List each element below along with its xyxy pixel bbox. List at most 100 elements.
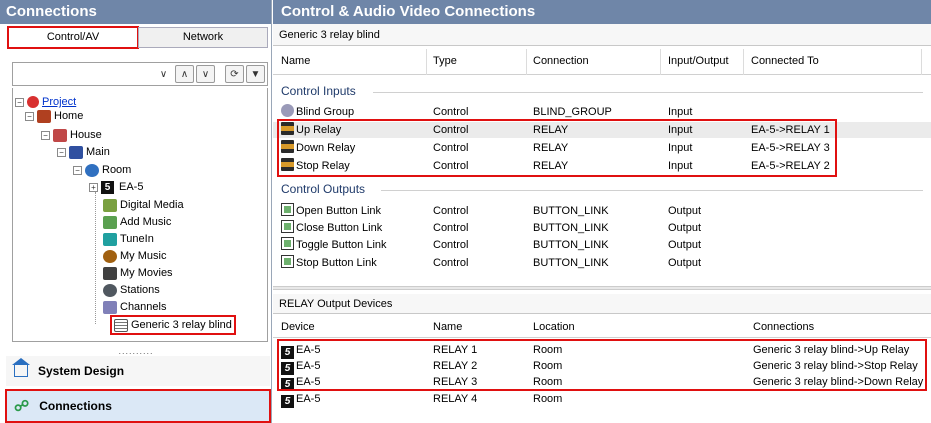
- control-outputs-group-label: Control Outputs: [281, 182, 366, 196]
- row-connection: BUTTON_LINK: [533, 205, 609, 217]
- tunein-icon: [103, 232, 117, 246]
- project-tree: − Project − Home − House − Main − Room +…: [12, 88, 268, 342]
- row-type: Control: [433, 205, 469, 217]
- tab-network[interactable]: Network: [138, 27, 268, 48]
- tree-node-room[interactable]: − Room: [73, 162, 131, 178]
- system-design-label: System Design: [38, 364, 125, 378]
- connections-table-header: Name Type Connection Input/Output Connec…: [273, 47, 931, 75]
- digital-media-icon: [103, 198, 117, 212]
- connections-panel-title: Connections: [0, 0, 271, 24]
- column-header-connection[interactable]: Connection: [533, 47, 589, 75]
- move-down-button[interactable]: ∨: [196, 65, 215, 83]
- project-icon: [27, 96, 39, 108]
- device-name-bar: Generic 3 relay blind: [273, 24, 931, 46]
- row-name: Close Button Link: [296, 222, 383, 234]
- floor-icon: [69, 145, 83, 159]
- row-connection: BUTTON_LINK: [533, 257, 609, 269]
- row-relay-name: RELAY 4: [433, 393, 478, 405]
- ea5-device-icon: 5: [281, 395, 294, 408]
- tree-node-house[interactable]: − House: [41, 127, 102, 143]
- button-link-icon: [281, 237, 294, 250]
- row-type: Control: [433, 106, 469, 118]
- tree-node-tunein[interactable]: TuneIn: [103, 231, 154, 247]
- tree-label-house: House: [70, 129, 102, 141]
- tree-node-digital-media[interactable]: Digital Media: [103, 197, 184, 213]
- button-link-icon: [281, 203, 294, 216]
- tree-node-generic-3-relay-blind[interactable]: Generic 3 relay blind: [110, 315, 236, 335]
- table-row[interactable]: Blind Group Control BLIND_GROUP Input: [273, 104, 931, 120]
- connections-icon: ☍: [14, 398, 30, 415]
- tree-label-generic-3-relay-blind: Generic 3 relay blind: [131, 319, 232, 331]
- tree-node-my-music[interactable]: My Music: [103, 248, 166, 264]
- tree-node-channels[interactable]: Channels: [103, 299, 166, 315]
- tree-label-my-music: My Music: [120, 250, 167, 262]
- table-row[interactable]: Toggle Button Link Control BUTTON_LINK O…: [273, 237, 931, 253]
- refresh-icon[interactable]: ⟳: [225, 65, 244, 83]
- control-inputs-group-label: Control Inputs: [281, 84, 356, 98]
- row-io: Output: [668, 222, 702, 234]
- row-name: Blind Group: [296, 106, 355, 118]
- tree-node-my-movies[interactable]: My Movies: [103, 265, 173, 281]
- tree-label-room: Room: [102, 164, 132, 176]
- tree-node-stations[interactable]: Stations: [103, 282, 160, 298]
- stations-icon: [103, 283, 117, 297]
- tree-toolbar: ∨ ∧ ∨ ⟳ ▼: [12, 62, 268, 86]
- house-icon: [53, 128, 67, 142]
- table-row[interactable]: Stop Button Link Control BUTTON_LINK Out…: [273, 255, 931, 271]
- column-header-connections[interactable]: Connections: [753, 316, 814, 338]
- collapse-icon[interactable]: −: [57, 147, 66, 157]
- relay-inputs-highlight: [277, 119, 837, 177]
- collapse-icon[interactable]: −: [73, 165, 82, 175]
- table-row[interactable]: Close Button Link Control BUTTON_LINK Ou…: [273, 220, 931, 236]
- room-icon: [85, 163, 99, 177]
- tree-node-home[interactable]: − Home: [25, 108, 83, 124]
- tab-control-av[interactable]: Control/AV: [7, 26, 139, 49]
- table-row[interactable]: Open Button Link Control BUTTON_LINK Out…: [273, 203, 931, 219]
- channels-icon: [103, 300, 117, 314]
- relay-devices-title: RELAY Output Devices: [273, 294, 931, 314]
- home-icon: [37, 109, 51, 123]
- tree-label-digital-media: Digital Media: [120, 199, 184, 211]
- dropdown-chevron-icon[interactable]: ∨: [154, 65, 173, 83]
- collapse-icon[interactable]: −: [41, 130, 50, 140]
- column-header-input-output[interactable]: Input/Output: [668, 47, 729, 75]
- column-header-connected-to[interactable]: Connected To: [751, 47, 819, 75]
- row-type: Control: [433, 257, 469, 269]
- relay-devices-title-label: RELAY Output Devices: [279, 298, 393, 310]
- button-link-icon: [281, 220, 294, 233]
- row-location: Room: [533, 393, 563, 405]
- collapse-icon[interactable]: −: [15, 97, 24, 107]
- tree-node-main[interactable]: − Main: [57, 144, 110, 160]
- connections-nav-button[interactable]: ☍ Connections: [5, 389, 271, 423]
- table-row[interactable]: 5 EA-5 RELAY 4 Room: [273, 391, 931, 408]
- row-name: Stop Button Link: [296, 257, 377, 269]
- splitter-grip[interactable]: ..........: [0, 346, 272, 356]
- move-up-button[interactable]: ∧: [175, 65, 194, 83]
- collapse-icon[interactable]: −: [25, 111, 34, 121]
- tree-node-add-music[interactable]: Add Music: [103, 214, 171, 230]
- system-design-nav-button[interactable]: System Design: [6, 356, 270, 386]
- house-outline-icon: [12, 358, 30, 377]
- blind-group-icon: [281, 104, 294, 117]
- expand-icon[interactable]: +: [89, 182, 98, 192]
- row-connection: BUTTON_LINK: [533, 239, 609, 251]
- column-header-relay-name[interactable]: Name: [433, 316, 462, 338]
- column-header-type[interactable]: Type: [433, 47, 457, 75]
- row-io: Output: [668, 239, 702, 251]
- pane-splitter[interactable]: [273, 286, 931, 290]
- column-header-device[interactable]: Device: [281, 316, 315, 338]
- column-header-location[interactable]: Location: [533, 316, 575, 338]
- tree-label-home: Home: [54, 110, 84, 122]
- tree-label-stations: Stations: [120, 284, 160, 296]
- row-io: Output: [668, 257, 702, 269]
- tree-label-add-music: Add Music: [120, 216, 172, 228]
- tree-node-ea5[interactable]: + 5 EA-5: [89, 179, 143, 195]
- filter-icon[interactable]: ▼: [246, 65, 265, 83]
- tree-label-ea5: EA-5: [119, 181, 144, 193]
- ea5-device-icon: 5: [101, 180, 114, 194]
- row-connection: BUTTON_LINK: [533, 222, 609, 234]
- row-name: Open Button Link: [296, 205, 382, 217]
- column-header-name[interactable]: Name: [281, 47, 310, 75]
- relay-table-header: Device Name Location Connections: [273, 316, 931, 338]
- connections-editor: Control & Audio Video Connections Generi…: [273, 0, 931, 423]
